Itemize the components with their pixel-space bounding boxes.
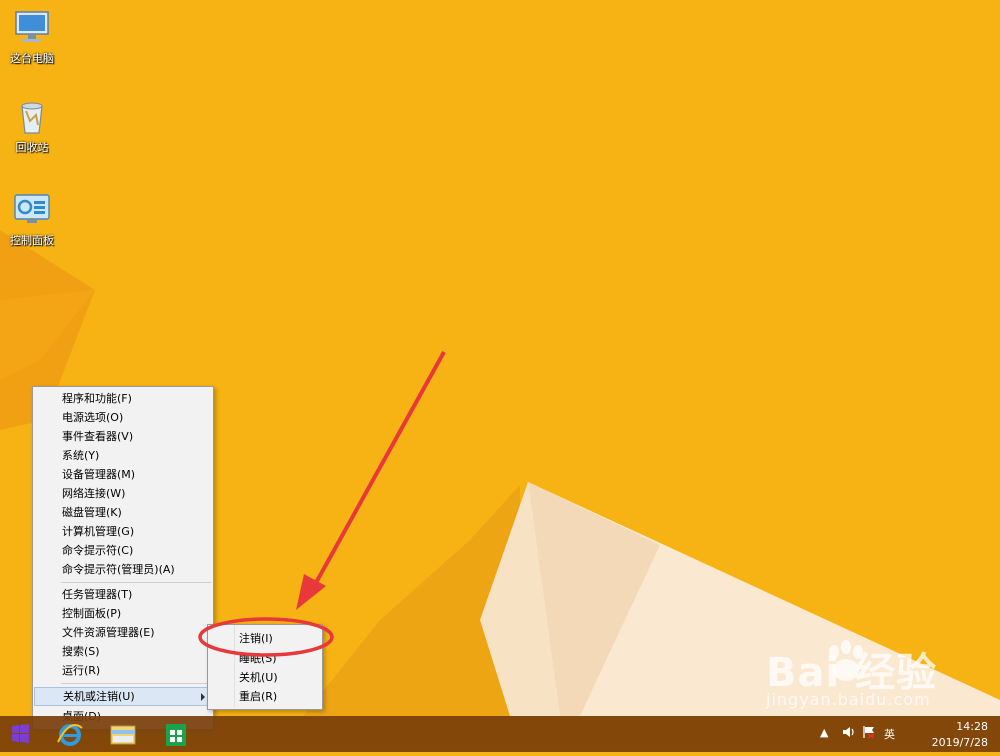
taskbar: ▲ 英 14:28 2019/7/28 bbox=[0, 716, 1000, 752]
menu-item-search[interactable]: 搜索(S) bbox=[34, 642, 212, 661]
menu-item-run[interactable]: 运行(R) bbox=[34, 661, 212, 680]
menu-item-command-prompt[interactable]: 命令提示符(C) bbox=[34, 541, 212, 560]
system-tray: ▲ 英 14:28 2019/7/28 bbox=[800, 716, 1000, 752]
menu-item-disk-management[interactable]: 磁盘管理(K) bbox=[34, 503, 212, 522]
menu-item-sleep[interactable]: 睡眠(S) bbox=[209, 649, 321, 668]
ime-indicator[interactable]: 英 bbox=[884, 726, 895, 742]
computer-icon bbox=[15, 11, 49, 42]
menu-item-command-prompt-admin[interactable]: 命令提示符(管理员)(A) bbox=[34, 560, 212, 579]
internet-explorer-icon bbox=[57, 724, 83, 746]
desktop-icon-recycle-bin[interactable]: 回收站 bbox=[2, 97, 62, 155]
taskbar-store-button[interactable] bbox=[156, 716, 196, 752]
menu-item-restart[interactable]: 重启(R) bbox=[209, 687, 321, 706]
taskbar-file-explorer-button[interactable] bbox=[103, 716, 143, 752]
desktop-icon-label: 控制面板 bbox=[10, 234, 54, 247]
menu-item-power-options[interactable]: 电源选项(O) bbox=[34, 408, 212, 427]
show-hidden-icons-icon[interactable]: ▲ bbox=[820, 726, 828, 739]
clock-date[interactable]: 2019/7/28 bbox=[932, 736, 988, 749]
clock-time[interactable]: 14:28 bbox=[956, 720, 988, 733]
action-center-icon[interactable] bbox=[862, 725, 876, 742]
desktop-icon-control-panel[interactable]: 控制面板 bbox=[2, 190, 62, 248]
menu-item-system[interactable]: 系统(Y) bbox=[34, 446, 212, 465]
menu-item-label: 关机或注销(U) bbox=[63, 690, 135, 703]
menu-separator bbox=[61, 582, 211, 583]
menu-item-file-explorer[interactable]: 文件资源管理器(E) bbox=[34, 623, 212, 642]
desktop-icon-this-pc[interactable]: 这台电脑 bbox=[2, 8, 62, 66]
windows-logo-icon bbox=[12, 724, 29, 743]
menu-separator bbox=[61, 683, 211, 684]
menu-item-device-manager[interactable]: 设备管理器(M) bbox=[34, 465, 212, 484]
menu-item-task-manager[interactable]: 任务管理器(T) bbox=[34, 585, 212, 604]
desktop-icon-label: 这台电脑 bbox=[10, 52, 54, 65]
menu-item-computer-management[interactable]: 计算机管理(G) bbox=[34, 522, 212, 541]
menu-item-shutdown-signout[interactable]: 关机或注销(U) bbox=[34, 687, 212, 706]
start-button[interactable] bbox=[0, 716, 40, 752]
speaker-icon bbox=[843, 727, 854, 737]
recycle-bin-icon bbox=[21, 102, 43, 134]
desktop-icon-label: 回收站 bbox=[15, 141, 49, 154]
menu-item-network-connections[interactable]: 网络连接(W) bbox=[34, 484, 212, 503]
shutdown-submenu: 注销(I) 睡眠(S) 关机(U) 重启(R) bbox=[207, 624, 323, 710]
flag-icon bbox=[863, 726, 875, 739]
menu-item-shut-down[interactable]: 关机(U) bbox=[209, 668, 321, 687]
menu-item-control-panel[interactable]: 控制面板(P) bbox=[34, 604, 212, 623]
taskbar-ie-button[interactable] bbox=[50, 716, 90, 752]
control-panel-icon bbox=[14, 194, 50, 223]
menu-item-sign-out[interactable]: 注销(I) bbox=[209, 629, 321, 648]
volume-icon[interactable] bbox=[842, 725, 856, 742]
winx-quick-link-menu: 程序和功能(F) 电源选项(O) 事件查看器(V) 系统(Y) 设备管理器(M)… bbox=[32, 386, 214, 730]
store-icon bbox=[166, 724, 186, 746]
menu-item-event-viewer[interactable]: 事件查看器(V) bbox=[34, 427, 212, 446]
submenu-arrow-icon bbox=[201, 693, 205, 701]
menu-item-programs-features[interactable]: 程序和功能(F) bbox=[34, 389, 212, 408]
file-explorer-icon bbox=[110, 725, 136, 745]
